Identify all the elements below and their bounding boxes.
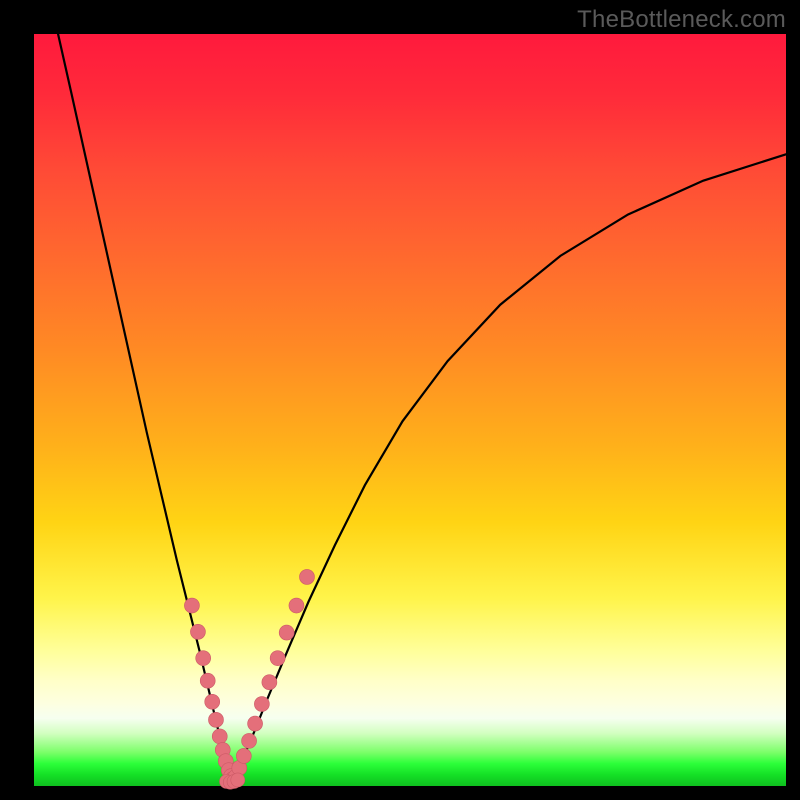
bead-marker [190,624,205,639]
bead-marker [196,651,211,666]
bead-marker [231,773,245,787]
bead-marker [205,694,220,709]
bead-marker [212,729,227,744]
curve-svg [34,34,786,786]
chart-frame: TheBottleneck.com [0,0,800,800]
bead-marker [254,697,269,712]
bead-marker [262,675,277,690]
bead-marker [270,651,285,666]
bead-marker [248,716,263,731]
plot-area [34,34,786,786]
bead-marker [236,748,251,763]
bead-marker [208,712,223,727]
curve-right-branch [232,154,786,778]
bead-marker [200,673,215,688]
bead-markers [184,569,314,789]
bead-marker [279,625,294,640]
watermark-text: TheBottleneck.com [577,6,786,34]
curve-left-branch [58,34,232,778]
bead-marker [299,569,314,584]
bead-marker [184,598,199,613]
bead-marker [289,598,304,613]
bead-marker [242,733,257,748]
